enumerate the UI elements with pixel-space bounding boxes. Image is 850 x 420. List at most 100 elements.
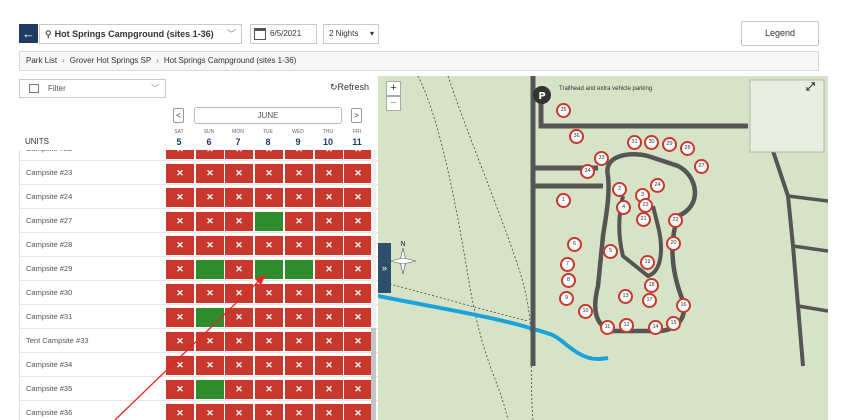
unavailable-night-cell[interactable]: ✕ xyxy=(255,356,283,375)
unit-name[interactable]: Tent Campsite #33 xyxy=(26,329,89,353)
unavailable-night-cell[interactable]: ✕ xyxy=(315,404,343,420)
unavailable-night-cell[interactable]: ✕ xyxy=(344,188,372,207)
unavailable-night-cell[interactable]: ✕ xyxy=(166,188,194,207)
campsite-marker[interactable]: 34 xyxy=(580,164,595,179)
available-night-cell[interactable] xyxy=(196,380,224,399)
campsite-marker[interactable]: 36 xyxy=(569,129,584,144)
campsite-marker[interactable]: 11 xyxy=(600,320,615,335)
unavailable-night-cell[interactable]: ✕ xyxy=(196,212,224,231)
unavailable-night-cell[interactable]: ✕ xyxy=(166,380,194,399)
unavailable-night-cell[interactable]: ✕ xyxy=(285,188,313,207)
unavailable-night-cell[interactable]: ✕ xyxy=(196,332,224,351)
arrival-date-input[interactable]: 6/5/2021 xyxy=(250,24,317,44)
unavailable-night-cell[interactable]: ✕ xyxy=(196,164,224,183)
available-night-cell[interactable] xyxy=(196,308,224,327)
campsite-marker[interactable]: 18 xyxy=(644,278,659,293)
unavailable-night-cell[interactable]: ✕ xyxy=(166,150,194,159)
campsite-marker[interactable]: 31 xyxy=(627,135,642,150)
unavailable-night-cell[interactable]: ✕ xyxy=(315,284,343,303)
available-night-cell[interactable] xyxy=(255,212,283,231)
unavailable-night-cell[interactable]: ✕ xyxy=(225,308,253,327)
campsite-marker[interactable]: 27 xyxy=(694,159,709,174)
unavailable-night-cell[interactable]: ✕ xyxy=(315,380,343,399)
unavailable-night-cell[interactable]: ✕ xyxy=(255,150,283,159)
campsite-marker[interactable]: 1 xyxy=(556,193,571,208)
legend-button[interactable]: Legend xyxy=(741,21,819,46)
unavailable-night-cell[interactable]: ✕ xyxy=(285,212,313,231)
unavailable-night-cell[interactable]: ✕ xyxy=(315,164,343,183)
unavailable-night-cell[interactable]: ✕ xyxy=(344,404,372,420)
campsite-marker[interactable]: 2 xyxy=(612,182,627,197)
unit-name[interactable]: Campsite #24 xyxy=(26,185,72,209)
unavailable-night-cell[interactable]: ✕ xyxy=(196,188,224,207)
unavailable-night-cell[interactable]: ✕ xyxy=(344,380,372,399)
campsite-marker[interactable]: 12 xyxy=(619,318,634,333)
unavailable-night-cell[interactable]: ✕ xyxy=(255,284,283,303)
next-month-button[interactable]: > xyxy=(351,108,362,123)
nights-select[interactable]: 2 Nights ▾ xyxy=(323,24,379,44)
campsite-marker[interactable]: 19 xyxy=(640,255,655,270)
unavailable-night-cell[interactable]: ✕ xyxy=(285,150,313,159)
campground-map[interactable]: P N 35 36 31 30 29 28 33 27 34 2 24 3 23 1 4 21 22 20 6 5 19… xyxy=(378,76,828,420)
unit-name[interactable]: Campsite #27 xyxy=(26,209,72,233)
unavailable-night-cell[interactable]: ✕ xyxy=(255,308,283,327)
zoom-out-button[interactable]: − xyxy=(386,96,401,111)
fullscreen-icon[interactable]: ⤢ xyxy=(806,81,815,94)
campsite-marker[interactable]: 15 xyxy=(666,316,681,331)
unavailable-night-cell[interactable]: ✕ xyxy=(344,332,372,351)
campsite-marker[interactable]: 17 xyxy=(642,293,657,308)
campsite-marker[interactable]: 23 xyxy=(638,198,653,213)
campsite-marker[interactable]: 20 xyxy=(666,236,681,251)
unit-name[interactable]: Campsite #28 xyxy=(26,233,72,257)
unavailable-night-cell[interactable]: ✕ xyxy=(225,332,253,351)
unavailable-night-cell[interactable]: ✕ xyxy=(344,236,372,255)
unavailable-night-cell[interactable]: ✕ xyxy=(255,236,283,255)
unavailable-night-cell[interactable]: ✕ xyxy=(166,212,194,231)
unavailable-night-cell[interactable]: ✕ xyxy=(255,404,283,420)
campsite-marker[interactable]: 14 xyxy=(648,320,663,335)
campsite-marker[interactable]: 6 xyxy=(567,237,582,252)
unavailable-night-cell[interactable]: ✕ xyxy=(285,236,313,255)
unavailable-night-cell[interactable]: ✕ xyxy=(166,404,194,420)
unavailable-night-cell[interactable]: ✕ xyxy=(315,260,343,279)
unavailable-night-cell[interactable]: ✕ xyxy=(344,212,372,231)
breadcrumb-park[interactable]: Grover Hot Springs SP xyxy=(70,56,151,65)
grid-scrollbar[interactable] xyxy=(371,150,376,420)
unavailable-night-cell[interactable]: ✕ xyxy=(344,164,372,183)
unavailable-night-cell[interactable]: ✕ xyxy=(225,380,253,399)
unavailable-night-cell[interactable]: ✕ xyxy=(225,356,253,375)
available-night-cell[interactable] xyxy=(255,260,283,279)
campsite-marker[interactable]: 16 xyxy=(676,298,691,313)
campsite-marker[interactable]: 28 xyxy=(680,141,695,156)
unavailable-night-cell[interactable]: ✕ xyxy=(344,150,372,159)
unit-name[interactable]: Campsite #30 xyxy=(26,281,72,305)
unavailable-night-cell[interactable]: ✕ xyxy=(344,260,372,279)
unavailable-night-cell[interactable]: ✕ xyxy=(255,164,283,183)
zoom-in-button[interactable]: + xyxy=(386,81,401,96)
unit-name[interactable]: Campsite #29 xyxy=(26,257,72,281)
filter-select[interactable]: Filter ﹀ xyxy=(19,79,166,98)
refresh-button[interactable]: ↻Refresh xyxy=(330,82,369,93)
unit-name[interactable]: Campsite #22 xyxy=(26,150,72,161)
unavailable-night-cell[interactable]: ✕ xyxy=(225,284,253,303)
unit-name[interactable]: Campsite #34 xyxy=(26,353,72,377)
unit-name[interactable]: Campsite #35 xyxy=(26,377,72,401)
unit-name[interactable]: Campsite #31 xyxy=(26,305,72,329)
unavailable-night-cell[interactable]: ✕ xyxy=(315,332,343,351)
unavailable-night-cell[interactable]: ✕ xyxy=(166,356,194,375)
park-select[interactable]: ⚲ Hot Springs Campground (sites 1-36) ﹀ xyxy=(39,24,242,44)
campsite-marker[interactable]: 10 xyxy=(578,304,593,319)
unavailable-night-cell[interactable]: ✕ xyxy=(315,236,343,255)
unavailable-night-cell[interactable]: ✕ xyxy=(285,332,313,351)
unavailable-night-cell[interactable]: ✕ xyxy=(315,356,343,375)
unavailable-night-cell[interactable]: ✕ xyxy=(196,236,224,255)
campsite-marker[interactable]: 8 xyxy=(561,273,576,288)
campsite-marker[interactable]: 5 xyxy=(603,244,618,259)
campsite-marker[interactable]: 24 xyxy=(650,178,665,193)
campsite-marker[interactable]: 22 xyxy=(668,213,683,228)
unavailable-night-cell[interactable]: ✕ xyxy=(225,212,253,231)
unavailable-night-cell[interactable]: ✕ xyxy=(166,332,194,351)
unit-name[interactable]: Campsite #23 xyxy=(26,161,72,185)
unavailable-night-cell[interactable]: ✕ xyxy=(225,164,253,183)
available-night-cell[interactable] xyxy=(196,260,224,279)
